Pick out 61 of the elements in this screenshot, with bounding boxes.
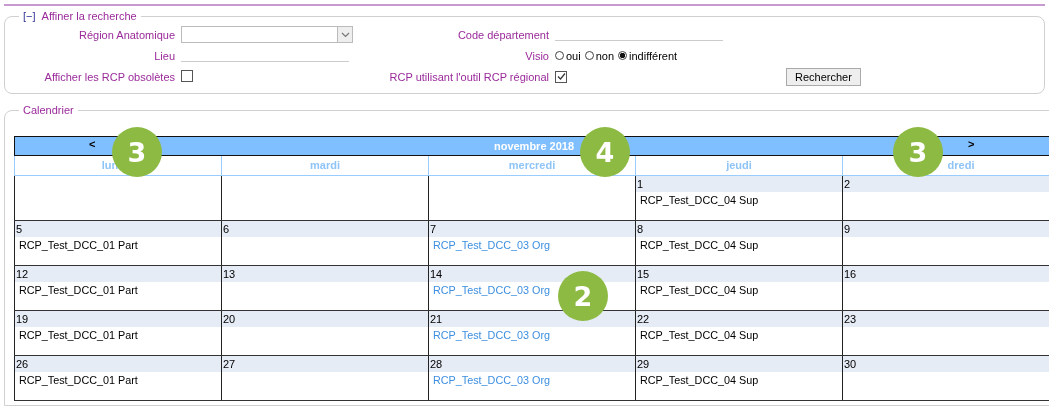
caret-icon <box>337 27 352 42</box>
event-entry: RCP_Test_DCC_01 Part <box>18 238 139 253</box>
radio-label[interactable]: oui <box>566 49 581 62</box>
date-number: 13 <box>223 268 236 280</box>
radio-label[interactable]: indifférent <box>629 49 678 62</box>
date-number: 14 <box>430 268 443 280</box>
date-number: 16 <box>844 268 857 280</box>
calendar-title: Calendrier <box>23 104 74 116</box>
step-badge: 4 <box>580 127 630 177</box>
collapse-toggle[interactable]: [−] <box>23 10 36 22</box>
field-label: Afficher les RCP obsolètes <box>43 71 175 83</box>
date-number: 2 <box>844 178 851 190</box>
day-header: dredi <box>947 159 975 171</box>
date-number: 30 <box>844 358 857 370</box>
event-entry[interactable]: RCP_Test_DCC_03 Org <box>429 372 554 388</box>
day-header: jeudi <box>726 159 752 171</box>
radio-label[interactable]: non <box>595 49 615 62</box>
date-number: 27 <box>223 358 236 370</box>
day-header: mercredi <box>508 159 556 171</box>
event-entry: RCP_Test_DCC_04 Sup <box>639 283 760 298</box>
event-entry: RCP_Test_DCC_04 Sup <box>639 193 760 208</box>
month-title: novembre 2018 <box>493 140 575 152</box>
search-button[interactable]: Rechercher <box>786 68 861 86</box>
date-number: 19 <box>16 313 29 325</box>
field-label: Lieu <box>153 49 175 62</box>
next-month-link[interactable]: > <box>964 138 979 150</box>
event-entry[interactable]: RCP_Test_DCC_03 Org <box>429 327 554 343</box>
event-entry[interactable]: RCP_Test_DCC_03 Org <box>429 282 554 298</box>
event-entry: RCP_Test_DCC_04 Sup <box>639 238 760 253</box>
date-number: 9 <box>844 223 851 235</box>
previous-month-link[interactable]: < <box>85 138 100 150</box>
checkbox[interactable] <box>181 70 193 82</box>
date-number: 12 <box>16 268 29 280</box>
date-number: 29 <box>637 358 650 370</box>
day-header: mardi <box>310 159 340 171</box>
event-entry: RCP_Test_DCC_01 Part <box>18 283 139 298</box>
field-label: Visio <box>524 49 549 62</box>
event-entry: RCP_Test_DCC_01 Part <box>18 373 139 388</box>
checkbox[interactable] <box>555 70 567 83</box>
field-label: RCP utilisant l'outil RCP régional <box>388 71 549 83</box>
field-label: Code département <box>456 28 549 41</box>
date-number: 8 <box>637 223 644 235</box>
date-number: 20 <box>223 313 236 325</box>
field-label: Région Anatomique <box>78 28 175 41</box>
event-entry[interactable]: RCP_Test_DCC_03 Org <box>429 237 554 253</box>
date-number: 7 <box>430 223 437 235</box>
date-number: 28 <box>430 358 443 370</box>
date-number: 21 <box>430 313 443 325</box>
date-number: 26 <box>16 358 29 370</box>
radio-button[interactable] <box>618 51 628 60</box>
date-number: 5 <box>16 223 23 235</box>
event-entry: RCP_Test_DCC_01 Part <box>18 328 139 343</box>
date-number: 1 <box>637 178 644 190</box>
date-number: 22 <box>637 313 650 325</box>
event-entry: RCP_Test_DCC_04 Sup <box>639 373 760 388</box>
event-entry: RCP_Test_DCC_04 Sup <box>639 328 760 343</box>
step-badge: 3 <box>893 127 943 177</box>
filter-title: Affiner la recherche <box>41 10 137 22</box>
date-number: 6 <box>223 223 230 235</box>
date-number: 23 <box>844 313 857 325</box>
date-number: 15 <box>637 268 650 280</box>
